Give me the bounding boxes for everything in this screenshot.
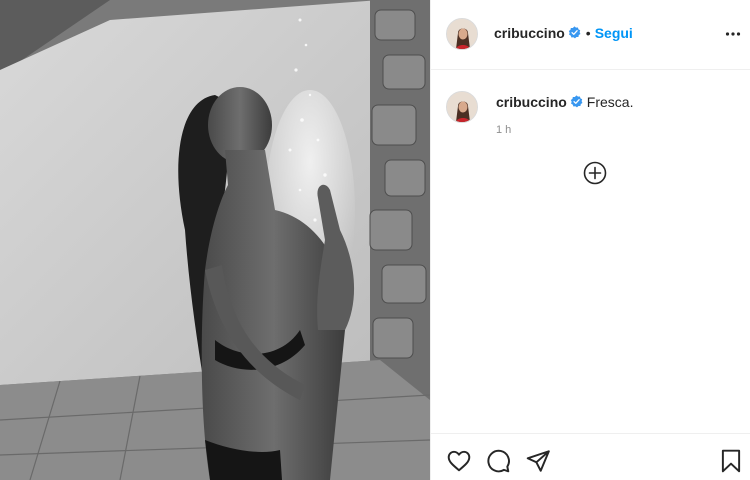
post-header: cribuccino • Segui xyxy=(431,0,750,70)
caption-avatar[interactable] xyxy=(446,91,478,123)
separator-dot: • xyxy=(585,25,591,41)
profile-picture-icon xyxy=(447,92,477,122)
paper-plane-icon[interactable] xyxy=(525,448,551,474)
username-link[interactable]: cribuccino xyxy=(494,25,565,41)
more-horizontal-icon[interactable] xyxy=(725,26,741,42)
action-bar xyxy=(431,433,750,480)
post-photo[interactable] xyxy=(0,0,430,480)
profile-picture-icon xyxy=(447,19,477,49)
verified-badge-icon xyxy=(570,95,583,108)
post-timestamp[interactable]: 1 h xyxy=(496,124,511,136)
heart-icon[interactable] xyxy=(446,448,472,474)
caption-username-link[interactable]: cribuccino xyxy=(496,94,567,110)
caption-text: Fresca. xyxy=(586,94,634,110)
post-caption: cribuccino Fresca. xyxy=(496,94,633,110)
comment-bubble-icon[interactable] xyxy=(485,448,511,474)
post-side-panel: cribuccino • Segui cribuccino Fresca. 1 h xyxy=(430,0,750,480)
header-user-line: cribuccino • Segui xyxy=(494,25,633,41)
shower-photo-image xyxy=(0,0,430,480)
follow-button[interactable]: Segui xyxy=(595,25,633,41)
verified-badge-icon xyxy=(568,26,581,39)
plus-circle-icon[interactable] xyxy=(583,161,607,185)
bookmark-icon[interactable] xyxy=(718,448,744,474)
avatar[interactable] xyxy=(446,18,478,50)
